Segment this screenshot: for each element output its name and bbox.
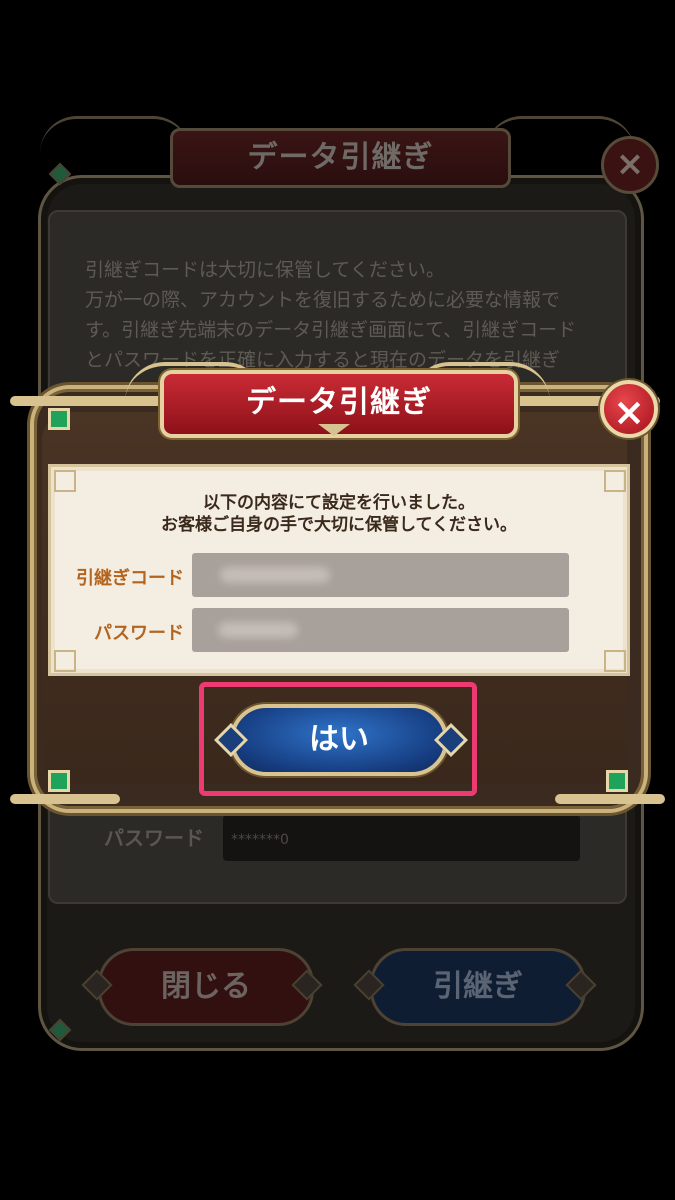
transfer-code-label: 引継ぎコード xyxy=(76,568,184,589)
corner-gem-icon xyxy=(606,770,628,792)
background-password-label: パスワード xyxy=(104,826,204,850)
redacted-text xyxy=(218,622,298,638)
corner-gem-icon xyxy=(48,770,70,792)
password-value xyxy=(192,608,569,652)
panel-corner-ornament xyxy=(54,650,76,672)
redacted-text xyxy=(220,567,330,583)
panel-corner-ornament xyxy=(604,650,626,672)
bg-ornament-left xyxy=(40,116,190,153)
background-close-button: 閉じる xyxy=(98,948,314,1026)
corner-gem-icon xyxy=(48,408,70,430)
background-password-field: *******0 xyxy=(223,815,580,861)
password-label: パスワード xyxy=(94,623,184,644)
background-dialog-title: データ引継ぎ xyxy=(170,128,511,188)
close-button[interactable]: × xyxy=(600,380,658,438)
transfer-code-value xyxy=(192,553,569,597)
background-transfer-button: 引継ぎ xyxy=(370,948,586,1026)
modal-ornament-bottom-left xyxy=(10,794,120,804)
modal-ornament-bottom-right xyxy=(555,794,665,804)
panel-corner-ornament xyxy=(604,470,626,492)
info-message: 以下の内容にて設定を行いました。 お客様ご自身の手で大切に保管してください。 xyxy=(48,492,630,536)
yes-button[interactable]: はい xyxy=(230,704,448,776)
panel-corner-ornament xyxy=(54,470,76,492)
title-tip-ornament xyxy=(318,424,350,436)
background-close-icon: × xyxy=(601,136,659,194)
close-icon: × xyxy=(613,390,645,434)
info-message-line1: 以下の内容にて設定を行いました。 xyxy=(203,493,475,513)
background-dialog-body-text: 引継ぎコードは大切に保管してください。 万が一の際、アカウントを復旧するために必… xyxy=(85,259,577,371)
info-message-line2: お客様ご自身の手で大切に保管してください。 xyxy=(161,515,517,535)
